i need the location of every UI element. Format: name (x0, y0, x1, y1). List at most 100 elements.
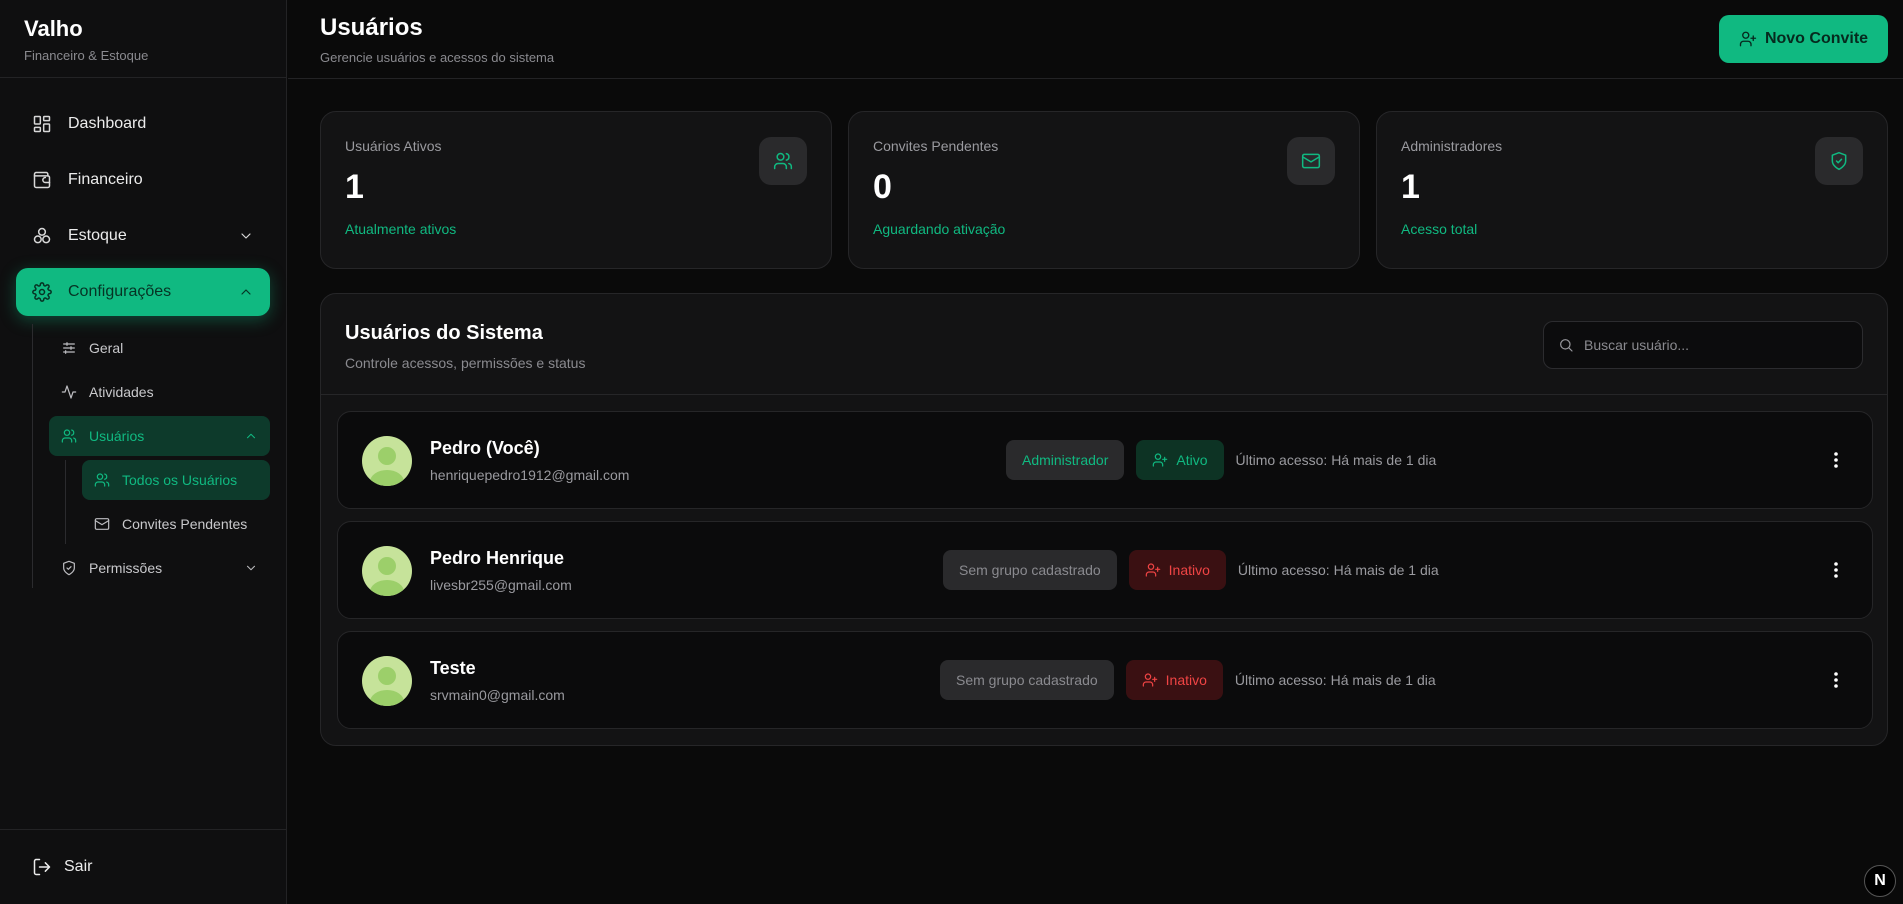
user-plus-icon (1739, 30, 1757, 48)
users-icon (61, 428, 77, 444)
search-icon (1558, 337, 1574, 353)
more-vertical-icon[interactable] (1824, 558, 1848, 582)
brand-subtitle: Financeiro & Estoque (24, 48, 149, 63)
sidebar-item-label: Configurações (68, 283, 172, 300)
status-label: Inativo (1168, 562, 1210, 578)
sidebar-subitem-label: Atividades (89, 384, 154, 400)
stat-footnote: Atualmente ativos (345, 221, 457, 237)
shield-check-icon (1815, 137, 1863, 185)
chevron-down-icon (238, 228, 254, 244)
stat-label: Usuários Ativos (345, 138, 442, 154)
wallet-icon (32, 170, 52, 190)
sidebar-subitem-label: Geral (89, 340, 124, 356)
shield-icon (61, 560, 77, 576)
sidebar-item-financeiro[interactable]: Financeiro (16, 156, 270, 204)
user-check-icon (1152, 452, 1168, 468)
sidebar-item-configuracoes[interactable]: Configurações (16, 268, 270, 316)
sidebar-subitem-usuarios[interactable]: Usuários (49, 416, 270, 456)
search-box (1543, 321, 1863, 369)
user-badges: Sem grupo cadastrado Inativo Último aces… (943, 550, 1439, 590)
page-header: Usuários Gerencie usuários e acessos do … (288, 0, 1903, 79)
sidebar-subitem-atividades[interactable]: Atividades (49, 372, 270, 412)
user-row: Teste srvmain0@gmail.com Sem grupo cadas… (337, 631, 1873, 729)
sidebar-subitem-geral[interactable]: Geral (49, 328, 270, 368)
avatar (362, 546, 412, 596)
user-name: Pedro Henrique (430, 548, 565, 568)
sidebar-subitem-permissoes[interactable]: Permissões (49, 548, 270, 588)
user-name: Teste (430, 658, 476, 678)
settings-subnav: Geral Atividades Usuários Todos os Usuár… (32, 324, 270, 588)
sidebar: Valho Financeiro & Estoque Dashboard Fin… (0, 0, 287, 904)
sidebar-item-label: Estoque (68, 227, 127, 244)
stat-value: 1 (1401, 168, 1420, 206)
sidebar-item-label: Dashboard (68, 115, 147, 132)
stat-value: 0 (873, 168, 892, 206)
group-badge: Sem grupo cadastrado (940, 660, 1114, 700)
sidebar-subitem-todos-usuarios[interactable]: Todos os Usuários (82, 460, 270, 500)
user-row: Pedro (Você) henriquepedro1912@gmail.com… (337, 411, 1873, 509)
logout-icon (32, 857, 52, 877)
chevron-down-icon (244, 561, 258, 575)
group-badge: Sem grupo cadastrado (943, 550, 1117, 590)
logout-button[interactable]: Sair (0, 829, 286, 904)
user-email: henriquepedro1912@gmail.com (430, 467, 630, 483)
more-vertical-icon[interactable] (1824, 448, 1848, 472)
user-name: Pedro (Você) (430, 438, 540, 458)
stat-card-admins: Administradores 1 Acesso total (1376, 111, 1888, 269)
status-label: Ativo (1176, 452, 1208, 468)
users-panel: Usuários do Sistema Controle acessos, pe… (320, 293, 1888, 746)
dashboard-icon (32, 114, 52, 134)
boxes-icon (32, 226, 52, 246)
stat-card-pending-invites: Convites Pendentes 0 Aguardando ativação (848, 111, 1360, 269)
mail-icon (94, 516, 110, 532)
user-badges: Administrador Ativo Último acesso: Há ma… (1006, 440, 1436, 480)
page-title: Usuários (320, 14, 423, 41)
user-row: Pedro Henrique livesbr255@gmail.com Sem … (337, 521, 1873, 619)
sidebar-item-estoque[interactable]: Estoque (16, 212, 270, 260)
sidebar-subitem-label: Convites Pendentes (122, 516, 248, 532)
sliders-icon (61, 340, 77, 356)
stat-label: Convites Pendentes (873, 138, 999, 154)
users-icon (759, 137, 807, 185)
user-email: livesbr255@gmail.com (430, 577, 572, 593)
sidebar-subitem-label: Todos os Usuários (122, 472, 238, 488)
stat-card-active-users: Usuários Ativos 1 Atualmente ativos (320, 111, 832, 269)
avatar (362, 436, 412, 486)
user-badges: Sem grupo cadastrado Inativo Último aces… (940, 660, 1436, 700)
sidebar-subitem-label: Permissões (89, 560, 163, 576)
sidebar-item-label: Financeiro (68, 171, 143, 188)
users-panel-header: Usuários do Sistema Controle acessos, pe… (321, 294, 1887, 395)
status-badge[interactable]: Inativo (1125, 660, 1223, 700)
more-vertical-icon[interactable] (1824, 668, 1848, 692)
brand-name: Valho (24, 16, 83, 41)
status-badge[interactable]: Inativo (1128, 550, 1226, 590)
brand: Valho Financeiro & Estoque (0, 0, 286, 78)
status-badge[interactable]: Ativo (1136, 440, 1224, 480)
new-invite-button[interactable]: Novo Convite (1719, 15, 1888, 63)
search-input[interactable] (1584, 337, 1844, 353)
sidebar-subitem-convites-pendentes[interactable]: Convites Pendentes (82, 504, 270, 544)
sidebar-nav: Dashboard Financeiro Estoque Configuraçõ… (0, 78, 286, 588)
stat-label: Administradores (1401, 138, 1503, 154)
logout-label: Sair (64, 858, 93, 875)
stat-value: 1 (345, 168, 364, 206)
sidebar-item-dashboard[interactable]: Dashboard (16, 100, 270, 148)
user-x-icon (1142, 672, 1158, 688)
last-access: Último acesso: Há mais de 1 dia (1235, 452, 1437, 468)
user-email: srvmain0@gmail.com (430, 687, 565, 703)
status-label: Inativo (1165, 672, 1207, 688)
dev-tools-badge[interactable]: N (1864, 865, 1896, 897)
stat-footnote: Acesso total (1401, 221, 1478, 237)
last-access: Último acesso: Há mais de 1 dia (1234, 672, 1436, 688)
gear-icon (32, 282, 52, 302)
page-subtitle: Gerencie usuários e acessos do sistema (320, 50, 555, 65)
mail-icon (1287, 137, 1335, 185)
new-invite-label: Novo Convite (1764, 30, 1869, 47)
last-access: Último acesso: Há mais de 1 dia (1237, 562, 1439, 578)
users-icon (94, 472, 110, 488)
user-x-icon (1145, 562, 1161, 578)
avatar (362, 656, 412, 706)
stat-footnote: Aguardando ativação (873, 221, 1006, 237)
group-badge: Administrador (1006, 440, 1125, 480)
chevron-up-icon (244, 429, 258, 443)
